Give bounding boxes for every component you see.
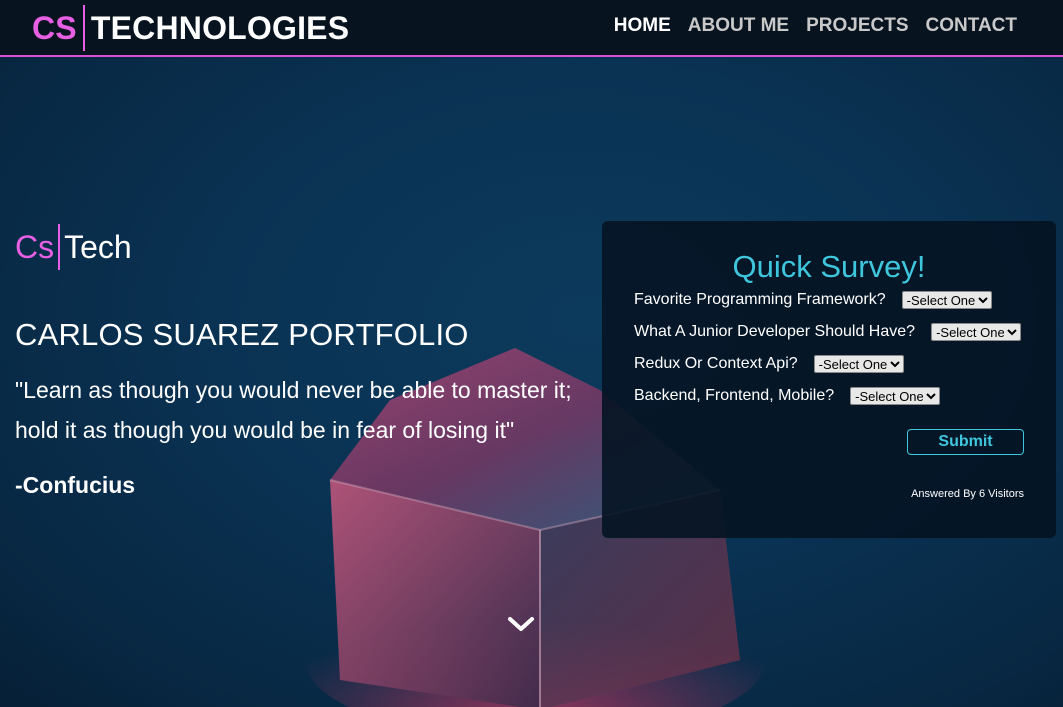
survey-question-label: Redux Or Context Api? xyxy=(634,355,798,372)
survey-panel: Quick Survey! Favorite Programming Frame… xyxy=(602,221,1056,538)
cstech-logo: Cs Tech xyxy=(15,224,132,270)
brand-divider xyxy=(82,5,85,51)
submit-button[interactable]: Submit xyxy=(907,429,1024,455)
quote-author: -Confucius xyxy=(15,472,136,498)
chevron-down-icon[interactable] xyxy=(506,614,536,634)
logo-cs: Cs xyxy=(15,228,55,265)
stack-select[interactable]: -Select One- xyxy=(850,387,941,405)
page-title: CARLOS SUAREZ PORTFOLIO xyxy=(15,317,469,352)
logo-divider xyxy=(58,224,61,270)
survey-question-row: What A Junior Developer Should Have? -Se… xyxy=(634,323,1022,341)
answered-count: Answered By 6 Visitors xyxy=(911,488,1024,500)
survey-question-row: Redux Or Context Api? -Select One- xyxy=(634,355,904,373)
nav-about-me[interactable]: ABOUT ME xyxy=(688,15,789,37)
survey-question-label: Favorite Programming Framework? xyxy=(634,291,886,308)
brand-cs: CS xyxy=(32,9,77,46)
hero-quote: "Learn as though you would never be able… xyxy=(15,377,572,443)
nav-home[interactable]: HOME xyxy=(614,15,671,37)
survey-question-label: What A Junior Developer Should Have? xyxy=(634,323,916,340)
main-nav: HOME ABOUT ME PROJECTS CONTACT xyxy=(614,15,1017,37)
redux-context-select[interactable]: -Select One- xyxy=(813,355,904,373)
brand-logo[interactable]: CS TECHNOLOGIES xyxy=(32,5,350,51)
framework-select[interactable]: -Select One- xyxy=(901,291,992,309)
nav-projects[interactable]: PROJECTS xyxy=(806,15,908,37)
nav-contact[interactable]: CONTACT xyxy=(926,15,1017,37)
survey-title: Quick Survey! xyxy=(732,249,926,284)
navbar: CS TECHNOLOGIES HOME ABOUT ME PROJECTS C… xyxy=(0,0,1063,57)
survey-question-row: Backend, Frontend, Mobile? -Select One- xyxy=(634,387,941,405)
logo-tech: Tech xyxy=(64,228,132,265)
junior-developer-select[interactable]: -Select One- xyxy=(931,323,1022,341)
survey-question-label: Backend, Frontend, Mobile? xyxy=(634,387,835,404)
survey-question-row: Favorite Programming Framework? -Select … xyxy=(634,291,992,309)
brand-technologies: TECHNOLOGIES xyxy=(90,9,350,46)
